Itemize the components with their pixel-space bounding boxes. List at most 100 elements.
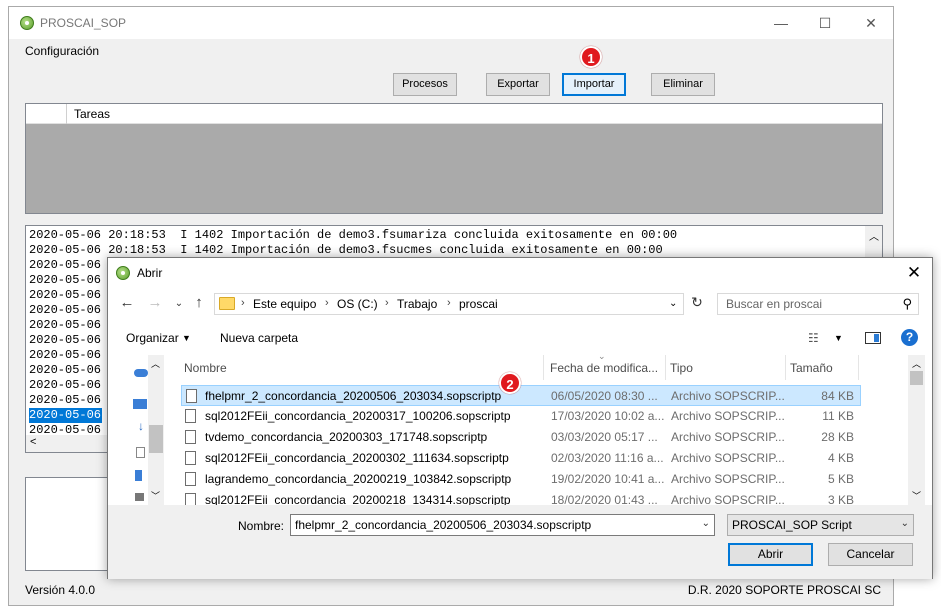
eliminar-button[interactable]: Eliminar (651, 73, 715, 96)
search-box[interactable]: ⚲ (717, 293, 919, 315)
breadcrumb-os-c[interactable]: OS (C:) (337, 297, 378, 311)
navigation-scrollbar[interactable]: ︿ ﹀ (148, 355, 164, 505)
menu-configuracion[interactable]: Configuración (25, 44, 99, 58)
nueva-carpeta-button[interactable]: Nueva carpeta (220, 331, 298, 345)
close-button[interactable]: ✕ (849, 13, 893, 35)
this-pc-icon[interactable] (133, 399, 147, 409)
file-icon (185, 493, 196, 505)
file-type-value: PROSCAI_SOP Script (732, 518, 852, 532)
downloads-icon[interactable]: ↓ (138, 419, 144, 433)
window-title: PROSCAI_SOP (40, 16, 127, 30)
column-tamano[interactable]: Tamaño (790, 361, 833, 375)
file-date: 19/02/2020 10:41 a... (551, 472, 665, 486)
abrir-button[interactable]: Abrir (728, 543, 813, 566)
file-type-select[interactable]: PROSCAI_SOP Script ⌄ (727, 514, 914, 536)
scroll-thumb[interactable] (910, 371, 923, 385)
importar-button[interactable]: Importar (562, 73, 626, 96)
version-label: Versión 4.0.0 (25, 583, 96, 597)
app-logo-icon (20, 16, 34, 30)
column-divider (785, 355, 786, 380)
copyright-label: D.R. 2020 SOPORTE PROSCAI SC (687, 583, 881, 597)
breadcrumb-proscai[interactable]: proscai (459, 297, 498, 311)
chevron-down-icon[interactable]: ⌄ (702, 518, 710, 529)
view-options-icon[interactable]: ☷ (808, 331, 819, 345)
chevron-right-icon: › (325, 297, 329, 309)
breadcrumb-este-equipo[interactable]: Este equipo (253, 297, 316, 311)
file-size: 4 KB (827, 451, 854, 465)
file-name-field[interactable]: fhelpmr_2_concordancia_20200506_203034.s… (290, 514, 715, 536)
app-logo-icon (116, 266, 130, 280)
cancelar-button[interactable]: Cancelar (828, 543, 913, 566)
documents-icon[interactable] (136, 447, 145, 458)
column-divider (665, 355, 666, 380)
file-row[interactable]: tvdemo_concordancia_20200303_171748.sops… (181, 427, 861, 448)
file-row[interactable]: lagrandemo_concordancia_20200219_103842.… (181, 469, 861, 490)
minimize-button[interactable]: — (759, 13, 803, 35)
title-bar: PROSCAI_SOP — ☐ ✕ (9, 7, 893, 39)
file-icon (185, 430, 196, 444)
up-arrow-icon[interactable]: ↑ (190, 294, 208, 311)
help-icon[interactable]: ? (901, 329, 918, 346)
nombre-label: Nombre: (238, 519, 285, 533)
search-input[interactable] (718, 294, 898, 314)
exportar-button[interactable]: Exportar (486, 73, 550, 96)
drive-icon[interactable] (135, 493, 144, 501)
desktop-icon[interactable] (135, 470, 142, 481)
step-badge-1: 1 (580, 46, 602, 68)
file-date: 03/03/2020 05:17 ... (551, 430, 658, 444)
file-row[interactable]: sql2012FEii_concordancia_20200302_111634… (181, 448, 861, 469)
address-bar[interactable]: › Este equipo › OS (C:) › Trabajo › pros… (214, 293, 684, 315)
file-size: 28 KB (821, 430, 854, 444)
file-name: lagrandemo_concordancia_20200219_103842.… (205, 472, 512, 486)
scroll-down-icon[interactable]: ﹀ (912, 489, 921, 502)
scroll-down-icon[interactable]: ﹀ (151, 489, 160, 502)
file-name: sql2012FEii_concordancia_20200218_134314… (205, 493, 511, 505)
recent-chevron-icon[interactable]: ⌄ (170, 298, 188, 309)
tareas-column-header[interactable]: Tareas (74, 107, 110, 121)
chevron-right-icon: › (241, 297, 245, 309)
file-row[interactable]: sql2012FEii_concordancia_20200218_134314… (181, 490, 861, 505)
open-file-dialog: Abrir ✕ ← → ⌄ ↑ › Este equipo › OS (C:) … (107, 257, 933, 579)
breadcrumb-trabajo[interactable]: Trabajo (397, 297, 437, 311)
file-date: 02/03/2020 11:16 a... (551, 451, 664, 465)
forward-arrow-icon[interactable]: → (146, 294, 164, 311)
file-row-selected[interactable]: fhelpmr_2_concordancia_20200506_203034.s… (181, 385, 861, 406)
sort-chevron-icon: ⌄ (598, 351, 606, 361)
files-scrollbar[interactable]: ︿ ﹀ (908, 355, 925, 505)
log-line-selected[interactable]: 2020-05-06 (29, 408, 102, 423)
file-type: Archivo SOPSCRIP... (671, 472, 785, 486)
organizar-dropdown-icon[interactable]: ▼ (182, 333, 191, 343)
dialog-title: Abrir (137, 266, 163, 280)
dialog-footer: Nombre: fhelpmr_2_concordancia_20200506_… (108, 505, 932, 579)
procesos-button[interactable]: Procesos (393, 73, 457, 96)
scroll-up-icon[interactable]: ︿ (151, 357, 160, 370)
preview-pane-icon[interactable] (865, 332, 881, 344)
column-fecha[interactable]: Fecha de modifica... (550, 361, 658, 375)
file-row[interactable]: sql2012FEii_concordancia_20200317_100206… (181, 406, 861, 427)
refresh-icon[interactable]: ↻ (688, 294, 706, 311)
file-name: sql2012FEii_concordancia_20200302_111634… (205, 451, 509, 465)
dialog-close-button[interactable]: ✕ (902, 262, 926, 284)
chevron-down-icon[interactable]: ⌄ (901, 518, 909, 529)
address-dropdown-icon[interactable]: ⌄ (669, 298, 677, 309)
tasks-header: Tareas (26, 104, 882, 124)
file-type: Archivo SOPSCRIP... (671, 430, 785, 444)
column-divider (66, 104, 67, 124)
menu-bar: Configuración (9, 39, 893, 59)
view-dropdown-icon[interactable]: ▼ (834, 333, 843, 343)
scroll-up-icon[interactable]: ︿ (912, 357, 921, 370)
column-tipo[interactable]: Tipo (670, 361, 693, 375)
scroll-thumb[interactable] (149, 425, 163, 453)
file-type: Archivo SOPSCRIP... (671, 409, 785, 423)
maximize-button[interactable]: ☐ (803, 13, 847, 35)
back-arrow-icon[interactable]: ← (118, 294, 136, 311)
scroll-left-icon[interactable]: < (30, 436, 36, 448)
onedrive-icon[interactable] (134, 369, 148, 377)
organizar-menu[interactable]: Organizar (126, 331, 179, 345)
search-icon[interactable]: ⚲ (902, 296, 912, 312)
file-size: 11 KB (822, 409, 854, 423)
column-nombre[interactable]: Nombre (184, 361, 227, 375)
tasks-list[interactable]: Tareas (25, 103, 883, 214)
scroll-up-icon[interactable]: ︿ (869, 228, 879, 243)
file-size: 84 KB (821, 389, 854, 403)
